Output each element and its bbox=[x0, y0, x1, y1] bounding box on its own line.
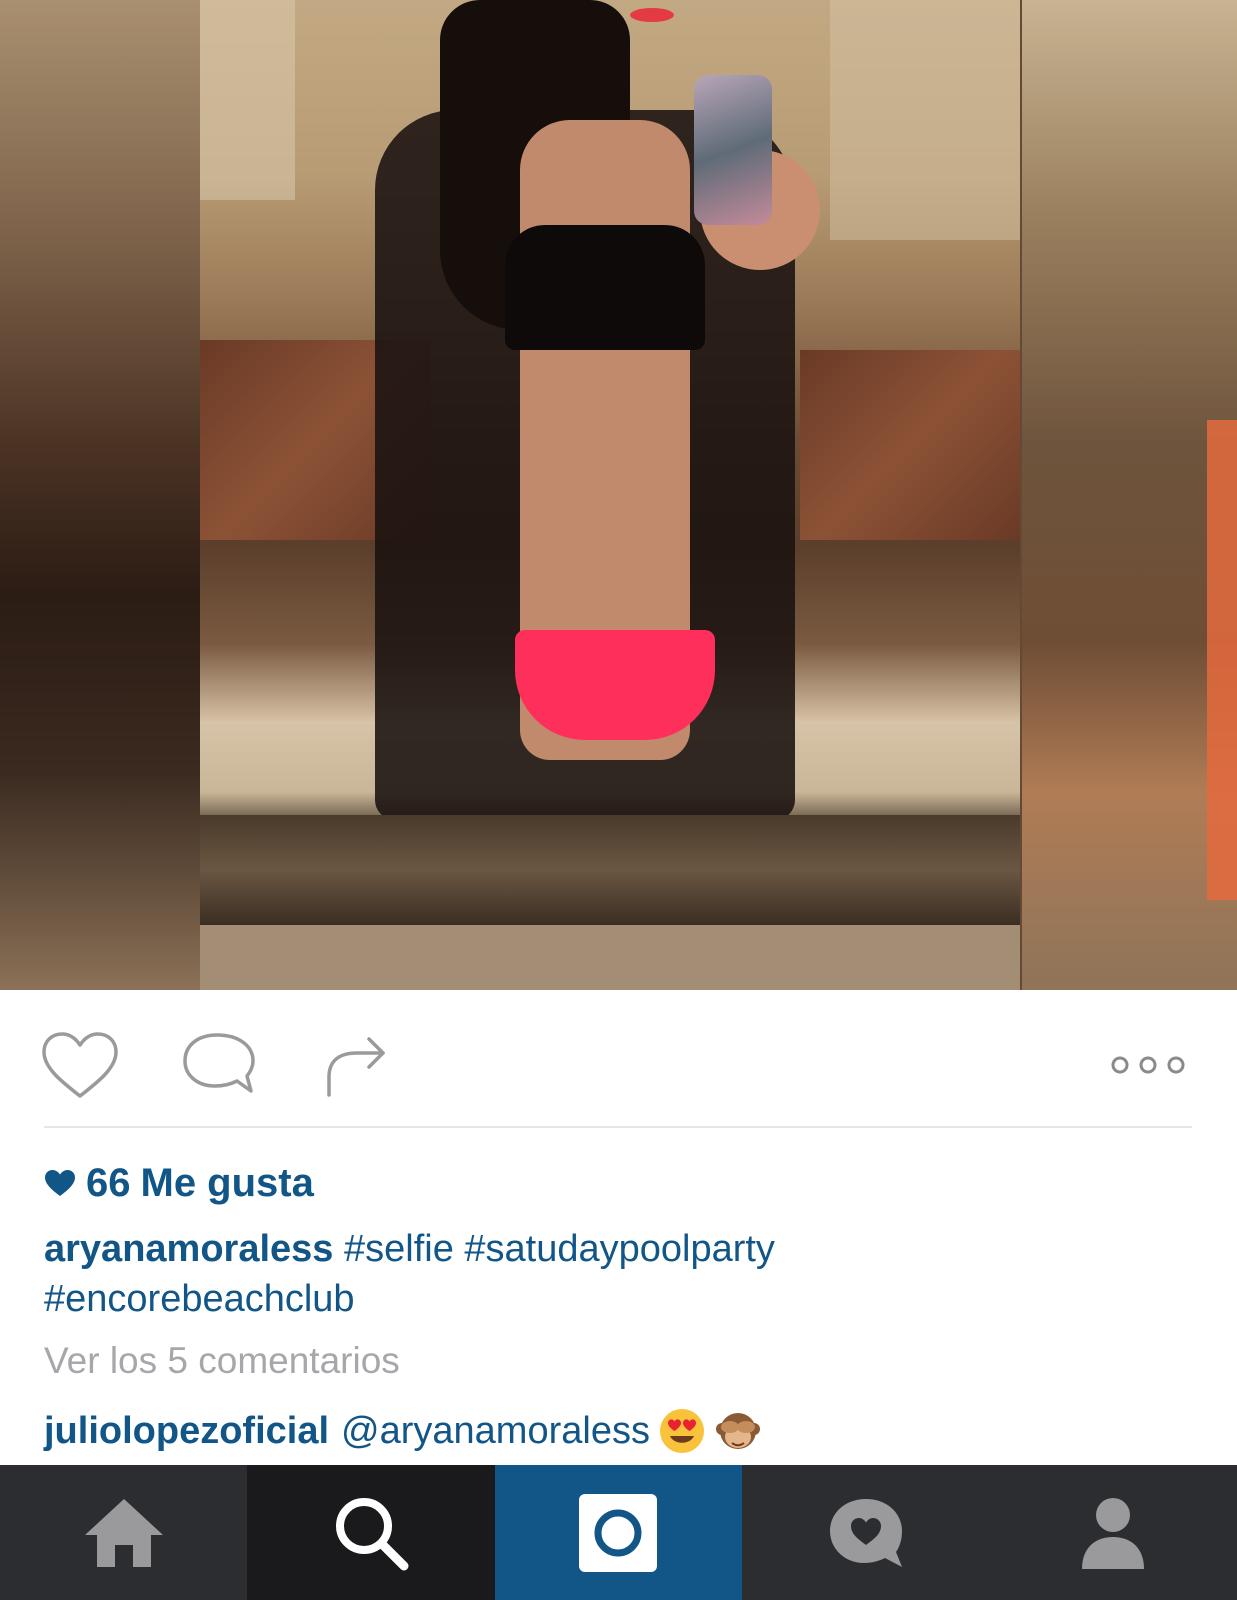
photo-counter bbox=[200, 815, 1020, 925]
activity-icon bbox=[829, 1498, 902, 1567]
home-icon bbox=[84, 1498, 163, 1567]
comment-button[interactable] bbox=[172, 1025, 262, 1105]
likes-row[interactable]: 66 Me gusta bbox=[44, 1158, 314, 1208]
camera-icon bbox=[579, 1493, 658, 1572]
photo-mirror-right bbox=[830, 0, 1020, 240]
caption-tags-line2[interactable]: #encorebeachclub bbox=[44, 1278, 355, 1320]
heart-filled-icon bbox=[44, 1169, 76, 1197]
heart-eyes-emoji bbox=[658, 1407, 706, 1455]
likes-count: 66 bbox=[86, 1160, 131, 1205]
photo-bottom bbox=[515, 630, 715, 740]
post-caption: aryanamoraless #selfie #satudaypoolparty… bbox=[44, 1224, 1194, 1324]
tab-search[interactable] bbox=[247, 1465, 495, 1600]
photo-top bbox=[505, 225, 705, 350]
see-no-evil-monkey-emoji bbox=[714, 1407, 762, 1455]
tab-home[interactable] bbox=[0, 1465, 247, 1600]
caption-tags-line1[interactable]: #selfie #satudaypoolparty bbox=[344, 1228, 775, 1270]
comment-row: juliolopezoficial @aryanamoraless bbox=[44, 1407, 762, 1455]
share-button[interactable] bbox=[308, 1025, 398, 1105]
like-button[interactable] bbox=[35, 1025, 125, 1105]
photo-blur-right bbox=[1022, 0, 1237, 990]
tab-activity[interactable] bbox=[742, 1465, 989, 1600]
photo-lips bbox=[630, 8, 674, 22]
actions-divider bbox=[44, 1126, 1192, 1128]
more-options-button[interactable] bbox=[1100, 1043, 1200, 1087]
tab-camera[interactable] bbox=[494, 1465, 743, 1600]
more-options-icon bbox=[1111, 1056, 1185, 1074]
search-icon bbox=[336, 1497, 409, 1570]
likes-label: Me gusta bbox=[140, 1160, 314, 1205]
heart-icon bbox=[42, 1032, 118, 1098]
photo-ledge bbox=[200, 925, 1020, 990]
view-comments-link[interactable]: Ver los 5 comentarios bbox=[44, 1340, 400, 1382]
photo-main bbox=[200, 0, 1020, 990]
tab-profile[interactable] bbox=[990, 1465, 1237, 1600]
share-icon bbox=[327, 1037, 385, 1097]
comment-icon bbox=[183, 1033, 255, 1093]
bottom-tab-bar bbox=[0, 1465, 1237, 1600]
photo-phone bbox=[694, 75, 772, 225]
profile-icon bbox=[1082, 1497, 1145, 1569]
caption-author-link[interactable]: aryanamoraless bbox=[44, 1228, 333, 1270]
post-actions bbox=[0, 995, 1237, 1115]
photo-mirror-left bbox=[200, 0, 295, 200]
post-photo[interactable] bbox=[0, 0, 1237, 990]
comment-mention-link[interactable]: @aryanamoraless bbox=[341, 1410, 650, 1453]
comment-author-link[interactable]: juliolopezoficial bbox=[44, 1410, 329, 1453]
photo-blur-left bbox=[0, 0, 200, 990]
photo-cabinet-right bbox=[800, 350, 1020, 540]
